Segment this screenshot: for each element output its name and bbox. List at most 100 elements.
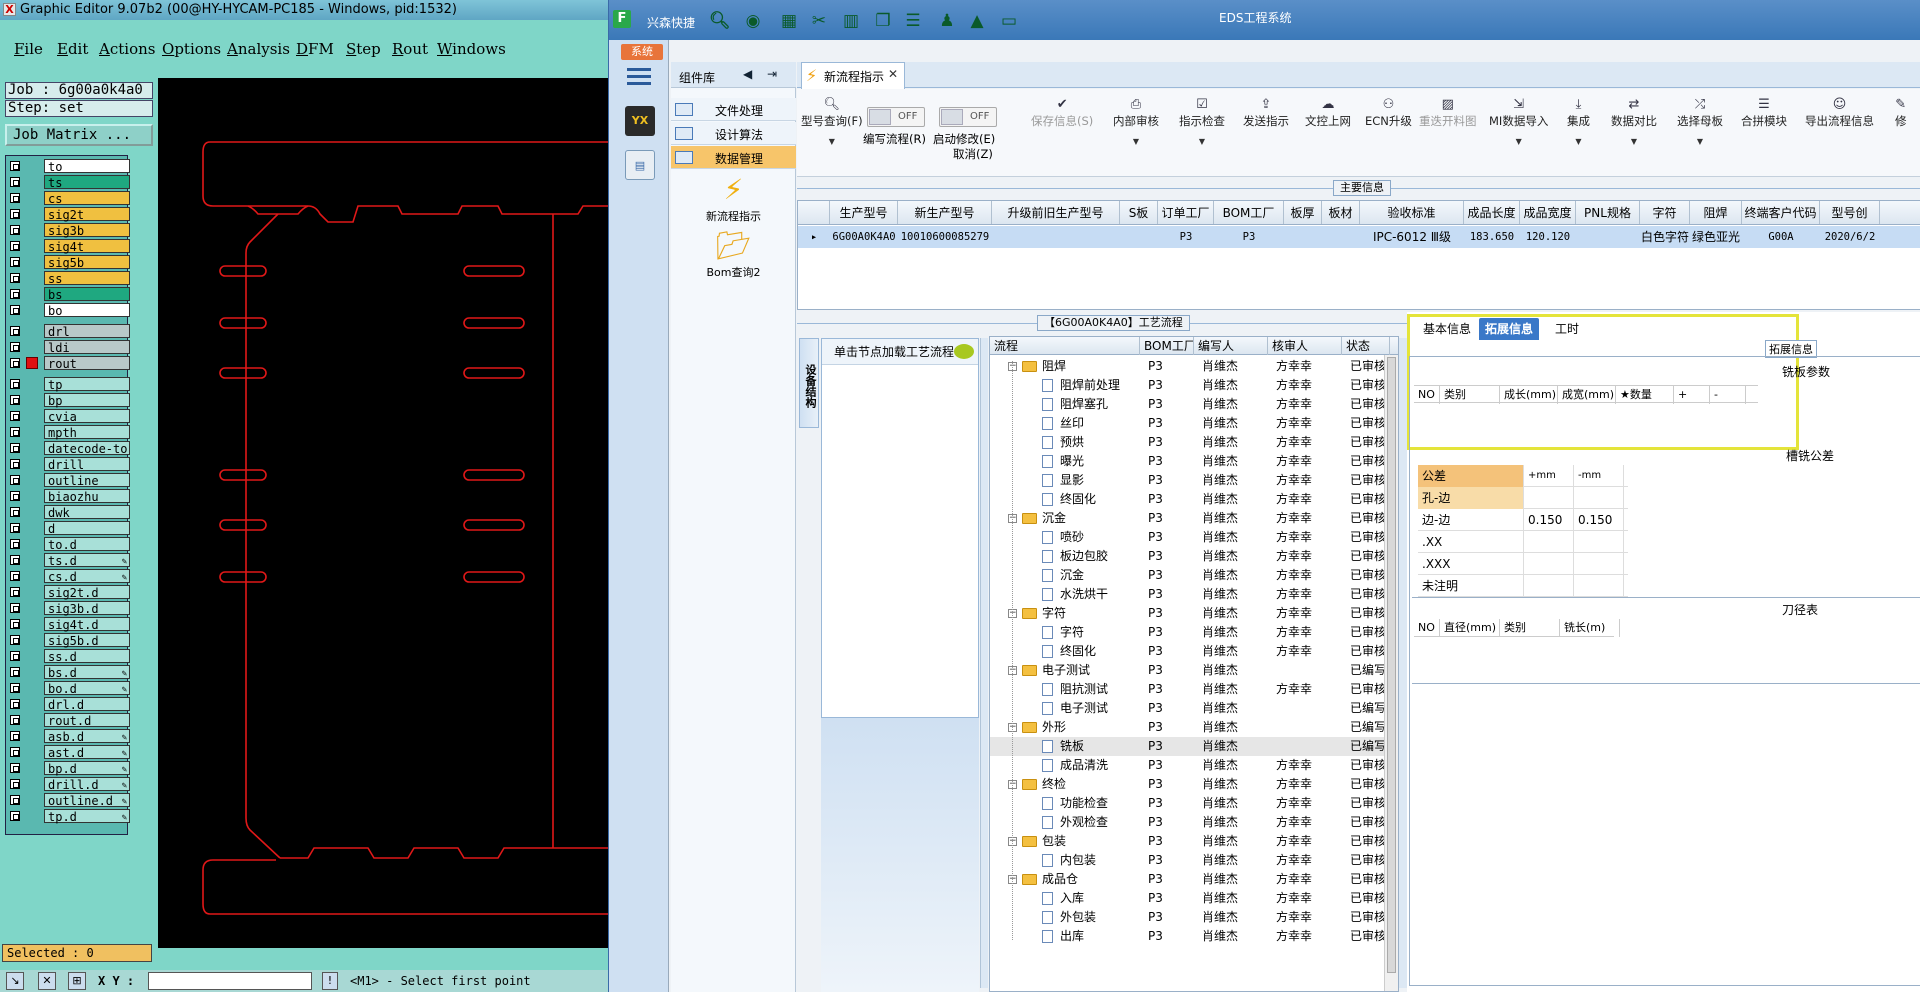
layer-checkbox[interactable] [10,326,20,336]
layer-checkbox[interactable] [10,715,20,725]
layer-row[interactable]: bs [8,287,130,302]
tol-row[interactable]: 未注明 [1418,575,1628,597]
merge-module-button[interactable]: ☰ 合拼模块 [1741,97,1787,129]
layer-row[interactable]: bp.d ✎ [8,761,130,776]
tree-row[interactable]: − 阻焊 P3 肖维杰 方幸幸 已审核 [990,357,1390,376]
copy-icon[interactable]: ❐ [873,11,893,31]
grid-icon[interactable]: ▦ [779,11,799,31]
tree-row[interactable]: 出库 P3 肖维杰 方幸幸 已审核 [990,927,1390,946]
menu-options[interactable]: Options [162,40,221,58]
layer-checkbox[interactable] [10,795,20,805]
layer-checkbox[interactable] [10,475,20,485]
menu-analysis[interactable]: Analysis [227,40,290,58]
layer-checkbox[interactable] [10,289,20,299]
tree-row[interactable]: 丝印 P3 肖维杰 方幸幸 已审核 [990,414,1390,433]
list-icon[interactable]: ☰ [903,11,923,31]
tol-row[interactable]: .XX [1418,531,1628,553]
layer-row[interactable]: outline [8,473,130,488]
tree-row[interactable]: 板边包胶 P3 肖维杰 方幸幸 已审核 [990,547,1390,566]
layer-row[interactable]: asb.d ✎ [8,729,130,744]
write-flow-toggle[interactable]: OFF [867,107,925,127]
layer-row[interactable]: cs.d ✎ [8,569,130,584]
layer-checkbox[interactable] [10,539,20,549]
select-master-board-button[interactable]: ⤮ 选择母板 ▼ [1677,97,1723,146]
bom-query-item[interactable]: 📂︎ Bom查询2 [671,230,796,280]
graphic-canvas[interactable] [158,78,608,948]
layer-row[interactable]: bo [8,303,130,318]
column-header[interactable]: 验收标准 [1360,201,1464,224]
comp-item-file-processing[interactable]: 文件处理 [671,98,796,121]
tree-row[interactable]: 外包装 P3 肖维杰 方幸幸 已审核 [990,908,1390,927]
tree-row[interactable]: 功能检查 P3 肖维杰 方幸幸 已审核 [990,794,1390,813]
layer-row[interactable]: bp [8,393,130,408]
film-icon[interactable]: ▥ [841,11,861,31]
layer-checkbox[interactable] [10,379,20,389]
tol-cell[interactable] [1574,531,1624,553]
tree-row[interactable]: 内包装 P3 肖维杰 方幸幸 已审核 [990,851,1390,870]
tree-row[interactable]: 电子测试 P3 肖维杰 已编写 [990,699,1390,718]
layer-row[interactable]: sig2t [8,207,130,222]
layer-row[interactable]: sig3b.d [8,601,130,616]
chart-icon[interactable]: ▲ [967,11,987,31]
layer-checkbox[interactable] [10,571,20,581]
layer-checkbox[interactable] [10,257,20,267]
tol-cell[interactable] [1524,575,1574,597]
instruction-check-button[interactable]: ☑ 指示检查 ▼ [1179,97,1225,146]
menu-actions[interactable]: Actions [99,40,155,58]
layer-checkbox[interactable] [10,193,20,203]
layer-row[interactable]: sig4t [8,239,130,254]
layer-row[interactable]: to [8,159,130,174]
tol-row[interactable]: 孔-边 [1418,487,1628,509]
layer-checkbox[interactable] [10,177,20,187]
column-header[interactable]: 板材 [1322,201,1360,224]
send-instruction-button[interactable]: ⇪ 发送指示 [1243,97,1289,129]
tol-cell[interactable] [1524,531,1574,553]
layer-row[interactable]: drill [8,457,130,472]
tree-row[interactable]: 喷砂 P3 肖维杰 方幸幸 已审核 [990,528,1390,547]
tol-cell[interactable] [1524,553,1574,575]
tree-row[interactable]: 终固化 P3 肖维杰 方幸幸 已审核 [990,642,1390,661]
tree-row[interactable]: − 外形 P3 肖维杰 已编写 [990,718,1390,737]
tree-row[interactable]: 曝光 P3 肖维杰 方幸幸 已审核 [990,452,1390,471]
new-flow-instruction-item[interactable]: ⚡ 新流程指示 [671,174,796,224]
layer-checkbox[interactable] [10,603,20,613]
layer-row[interactable]: ss.d [8,649,130,664]
tab-work-hours[interactable]: 工时 [1549,318,1585,340]
layer-checkbox[interactable] [10,225,20,235]
globe-icon[interactable]: ◉ [743,11,763,31]
tree-row[interactable]: 终固化 P3 肖维杰 方幸幸 已审核 [990,490,1390,509]
start-modify-toggle[interactable]: OFF [939,107,997,127]
layer-row[interactable]: cvia [8,409,130,424]
column-header[interactable]: 终端客户代码 [1742,201,1820,224]
layer-checkbox[interactable] [10,342,20,352]
layer-row[interactable]: rout.d [8,713,130,728]
mi-data-import-button[interactable]: ⇲ MI数据导入 ▼ [1489,97,1548,146]
grid-data-row[interactable]: ▸ 6G00A0K4A0 10010600085279 P3 P3 IPC-6012 Ⅲ级… [798,226,1920,248]
layer-row[interactable]: sig5b [8,255,130,270]
layer-row[interactable]: drl [8,324,130,339]
column-header[interactable]: 板厚 [1284,201,1322,224]
layer-checkbox[interactable] [10,667,20,677]
tree-column-header[interactable]: 核审人 [1268,337,1342,355]
user-icon[interactable]: ♟ [937,11,957,31]
modify-button[interactable]: ✎ 修 [1895,97,1907,129]
column-header[interactable]: PNL规格 [1576,201,1640,224]
layer-checkbox[interactable] [10,587,20,597]
tree-row[interactable]: − 字符 P3 肖维杰 方幸幸 已审核 [990,604,1390,623]
tree-column-header[interactable]: 流程 [990,337,1140,355]
tol-row[interactable]: 边-边 0.150 0.150 [1418,509,1628,531]
doc-control-online-button[interactable]: ☁ 文控上网 [1305,97,1351,129]
tree-row[interactable]: 铣板 P3 肖维杰 已编写 [990,737,1390,756]
layer-checkbox[interactable] [10,305,20,315]
tol-cell[interactable] [1574,553,1624,575]
tree-row[interactable]: 显影 P3 肖维杰 方幸幸 已审核 [990,471,1390,490]
layer-checkbox[interactable] [10,507,20,517]
layer-row[interactable]: d [8,521,130,536]
tree-column-header[interactable]: 编写人 [1194,337,1268,355]
column-header[interactable]: 升级前旧生产型号 [992,201,1120,224]
layer-row[interactable]: rout [8,356,130,371]
tol-cell[interactable] [1574,575,1624,597]
splitter-left[interactable] [980,338,988,988]
layer-row[interactable]: sig2t.d [8,585,130,600]
tree-row[interactable]: 沉金 P3 肖维杰 方幸幸 已审核 [990,566,1390,585]
